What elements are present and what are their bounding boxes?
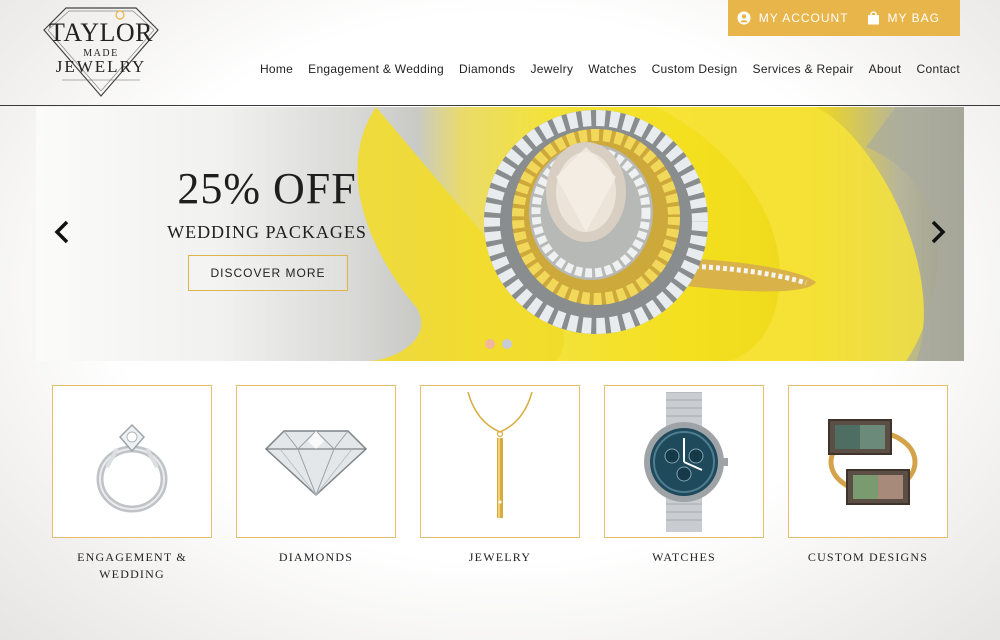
user-icon xyxy=(737,11,751,25)
category-card-engagement[interactable]: ENGAGEMENT & WEDDING xyxy=(52,385,212,583)
nav-item-diamonds[interactable]: Diamonds xyxy=(459,62,515,76)
my-bag-link[interactable]: MY BAG xyxy=(867,11,940,25)
carousel-prev-button[interactable] xyxy=(50,217,74,247)
nav-item-watches[interactable]: Watches xyxy=(588,62,636,76)
nav-item-about[interactable]: About xyxy=(869,62,902,76)
brand-logo[interactable]: TAYLOR MADE JEWELRY xyxy=(42,6,160,98)
category-grid: ENGAGEMENT & WEDDING DIAMONDS JEWELRY WA… xyxy=(52,385,950,585)
discover-more-button[interactable]: DISCOVER MORE xyxy=(188,255,348,291)
account-bar: MY ACCOUNT MY BAG xyxy=(728,0,960,36)
nav-item-home[interactable]: Home xyxy=(260,62,293,76)
my-account-label: MY ACCOUNT xyxy=(758,11,849,25)
main-nav: Home Engagement & Wedding Diamonds Jewel… xyxy=(260,62,960,76)
category-image-custom-designs xyxy=(788,385,948,538)
nav-item-engagement-wedding[interactable]: Engagement & Wedding xyxy=(308,62,444,76)
category-card-custom-designs[interactable]: CUSTOM DESIGNS xyxy=(788,385,948,566)
category-image-engagement xyxy=(52,385,212,538)
category-card-watches[interactable]: WATCHES xyxy=(604,385,764,566)
logo-text-line1: TAYLOR xyxy=(49,18,153,47)
engagement-ring-icon xyxy=(96,423,168,512)
category-label-custom-designs: CUSTOM DESIGNS xyxy=(807,550,929,564)
nav-item-contact[interactable]: Contact xyxy=(917,62,960,76)
category-card-diamonds[interactable]: DIAMONDS xyxy=(236,385,396,566)
nav-item-services-repair[interactable]: Services & Repair xyxy=(753,62,854,76)
category-label-engagement: ENGAGEMENT & WEDDING xyxy=(77,550,187,581)
hero-subtitle: WEDDING PACKAGES xyxy=(167,222,367,242)
diamond-icon xyxy=(264,429,368,496)
carousel-dot-1[interactable] xyxy=(485,339,495,349)
category-image-watches xyxy=(604,385,764,538)
carousel-dots xyxy=(485,339,512,349)
category-label-jewelry: JEWELRY xyxy=(468,550,532,564)
my-account-link[interactable]: MY ACCOUNT xyxy=(737,11,849,25)
hero-title: 25% OFF xyxy=(177,164,357,213)
category-image-diamonds xyxy=(236,385,396,538)
site-header: TAYLOR MADE JEWELRY MY ACCOUNT MY BAG Ho… xyxy=(0,0,1000,106)
wristwatch-icon xyxy=(644,391,728,532)
carousel-next-button[interactable] xyxy=(926,217,950,247)
category-label-watches: WATCHES xyxy=(652,550,716,564)
nav-item-jewelry[interactable]: Jewelry xyxy=(530,62,573,76)
hero-carousel: 25% OFF WEDDING PACKAGES DISCOVER MORE xyxy=(36,107,964,361)
logo-text-line3: JEWELRY xyxy=(55,57,147,76)
carousel-dot-2[interactable] xyxy=(502,339,512,349)
chevron-left-icon xyxy=(54,220,69,244)
chevron-right-icon xyxy=(931,220,946,244)
gemstone-rings-icon xyxy=(828,418,918,505)
category-label-diamonds: DIAMONDS xyxy=(278,550,354,564)
pendant-necklace-icon xyxy=(467,391,533,518)
nav-item-custom-design[interactable]: Custom Design xyxy=(652,62,738,76)
category-image-jewelry xyxy=(420,385,580,538)
category-card-jewelry[interactable]: JEWELRY xyxy=(420,385,580,566)
shopping-bag-icon xyxy=(867,11,879,25)
my-bag-label: MY BAG xyxy=(887,11,940,25)
